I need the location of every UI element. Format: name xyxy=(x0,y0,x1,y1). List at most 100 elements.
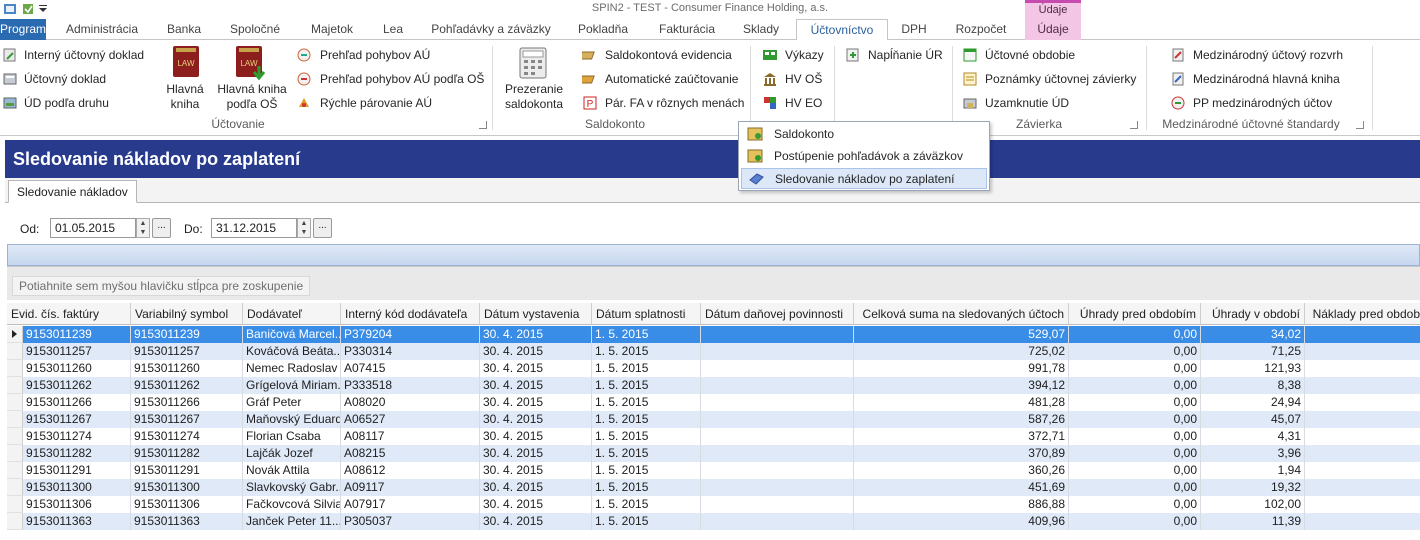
table-cell[interactable]: Maňovský Eduard xyxy=(243,411,341,428)
table-cell[interactable]: 30. 4. 2015 xyxy=(480,428,592,445)
table-cell[interactable]: 9153011239 xyxy=(23,326,131,343)
table-cell[interactable] xyxy=(1305,377,1420,394)
table-cell[interactable]: 9153011257 xyxy=(23,343,131,360)
tab-udaje[interactable]: Údaje xyxy=(1025,19,1081,40)
table-cell[interactable]: 725,02 xyxy=(854,343,1069,360)
row-indicator[interactable] xyxy=(7,513,23,530)
column-header[interactable]: Celková suma na sledovaných účtoch xyxy=(854,303,1069,325)
table-cell[interactable]: 0,00 xyxy=(1069,428,1201,445)
table-cell[interactable]: 9153011262 xyxy=(131,377,243,394)
table-cell[interactable]: 9153011260 xyxy=(131,360,243,377)
tab-spolocne[interactable]: Spoločné xyxy=(220,19,290,40)
intl-general-ledger-button[interactable]: Medzinárodná hlavná kniha xyxy=(1193,69,1340,89)
zavierka-dialog-launcher-icon[interactable] xyxy=(1130,121,1138,129)
table-cell[interactable] xyxy=(701,513,854,530)
row-indicator[interactable] xyxy=(7,462,23,479)
column-header[interactable]: Dodávateľ xyxy=(243,303,341,325)
table-cell[interactable] xyxy=(1305,428,1420,445)
table-cell[interactable]: 9153011306 xyxy=(23,496,131,513)
table-cell[interactable]: 0,00 xyxy=(1069,513,1201,530)
table-cell[interactable]: 587,26 xyxy=(854,411,1069,428)
tab-majetok[interactable]: Majetok xyxy=(300,19,364,40)
table-cell[interactable]: A07415 xyxy=(341,360,480,377)
table-cell[interactable]: 19,32 xyxy=(1201,479,1305,496)
table-cell[interactable]: 9153011274 xyxy=(131,428,243,445)
table-cell[interactable]: 30. 4. 2015 xyxy=(480,411,592,428)
table-row[interactable]: 9153011363 9153011363 Janček Peter 11... P3… xyxy=(7,513,1420,530)
table-cell[interactable]: 0,00 xyxy=(1069,411,1201,428)
table-cell[interactable]: 409,96 xyxy=(854,513,1069,530)
table-cell[interactable] xyxy=(701,360,854,377)
table-cell[interactable]: Gráf Peter xyxy=(243,394,341,411)
table-cell[interactable]: 1. 5. 2015 xyxy=(592,479,701,496)
table-cell[interactable] xyxy=(701,479,854,496)
tab-lea[interactable]: Lea xyxy=(374,19,412,40)
table-cell[interactable] xyxy=(1305,479,1420,496)
table-row[interactable]: 9153011260 9153011260 Nemec Radoslav A07415… xyxy=(7,360,1420,377)
table-cell[interactable]: 1. 5. 2015 xyxy=(592,428,701,445)
table-cell[interactable]: A08215 xyxy=(341,445,480,462)
browse-saldokonto-button[interactable]: Prezeranie saldokonta xyxy=(500,82,568,112)
fill-ur-button[interactable]: Napĺňanie ÚR xyxy=(868,45,943,65)
table-cell[interactable]: 8,38 xyxy=(1201,377,1305,394)
from-date-picker-button[interactable]: ... xyxy=(152,218,171,238)
table-cell[interactable]: 0,00 xyxy=(1069,445,1201,462)
table-cell[interactable]: 45,07 xyxy=(1201,411,1305,428)
column-header[interactable]: Úhrady v období xyxy=(1201,303,1305,325)
table-cell[interactable]: 1. 5. 2015 xyxy=(592,513,701,530)
table-cell[interactable]: Slavkovský Gabr... xyxy=(243,479,341,496)
to-date-input[interactable]: 31.12.2015 xyxy=(211,218,297,238)
lock-documents-button[interactable]: Uzamknutie ÚD xyxy=(985,93,1069,113)
row-indicator[interactable] xyxy=(7,428,23,445)
table-cell[interactable]: 0,00 xyxy=(1069,479,1201,496)
table-row[interactable]: 9153011282 9153011282 Lajčák Jozef A08215 30… xyxy=(7,445,1420,462)
table-cell[interactable]: 1. 5. 2015 xyxy=(592,360,701,377)
closing-notes-button[interactable]: Poznámky účtovnej závierky xyxy=(985,69,1136,89)
table-cell[interactable]: Janček Peter 11... xyxy=(243,513,341,530)
internal-document-button[interactable]: Interný účtovný doklad xyxy=(24,45,144,65)
table-cell[interactable]: Baničová Marcel... xyxy=(243,326,341,343)
auto-posting-button[interactable]: Automatické zaúčtovanie xyxy=(605,69,738,89)
table-cell[interactable]: 9153011300 xyxy=(131,479,243,496)
table-cell[interactable]: 30. 4. 2015 xyxy=(480,343,592,360)
table-cell[interactable]: 886,88 xyxy=(854,496,1069,513)
table-cell[interactable]: 9153011267 xyxy=(131,411,243,428)
table-cell[interactable]: 9153011260 xyxy=(23,360,131,377)
tab-sklady[interactable]: Sklady xyxy=(734,19,788,40)
tab-rozpocet[interactable]: Rozpočet xyxy=(946,19,1016,40)
table-cell[interactable]: A09117 xyxy=(341,479,480,496)
table-cell[interactable]: 0,00 xyxy=(1069,360,1201,377)
column-header[interactable]: Dátum splatnosti xyxy=(592,303,701,325)
table-cell[interactable]: 30. 4. 2015 xyxy=(480,479,592,496)
table-cell[interactable]: 30. 4. 2015 xyxy=(480,377,592,394)
quick-pairing-button[interactable]: Rýchle párovanie AÚ xyxy=(320,93,432,113)
document-by-type-button[interactable]: ÚD podľa druhu xyxy=(24,93,109,113)
table-cell[interactable]: A08020 xyxy=(341,394,480,411)
menu-item-saldokonto[interactable]: Saldokonto xyxy=(741,124,987,145)
column-header[interactable]: Dátum daňovej povinnosti xyxy=(701,303,854,325)
saldokonto-records-button[interactable]: Saldokontová evidencia xyxy=(605,45,732,65)
table-cell[interactable]: 1. 5. 2015 xyxy=(592,496,701,513)
table-cell[interactable]: 9153011282 xyxy=(23,445,131,462)
group-by-panel[interactable]: Potiahnite sem myšou hlavičku stĺpca pre… xyxy=(7,266,1420,300)
table-cell[interactable]: 1. 5. 2015 xyxy=(592,445,701,462)
table-cell[interactable]: 0,00 xyxy=(1069,394,1201,411)
accounting-period-button[interactable]: Účtovné obdobie xyxy=(985,45,1075,65)
table-cell[interactable]: 529,07 xyxy=(854,326,1069,343)
movement-overview-button[interactable]: Prehľad pohybov AÚ xyxy=(320,45,430,65)
table-cell[interactable]: 11,39 xyxy=(1201,513,1305,530)
table-cell[interactable]: 394,12 xyxy=(854,377,1069,394)
table-cell[interactable]: 9153011262 xyxy=(23,377,131,394)
table-cell[interactable]: 9153011363 xyxy=(131,513,243,530)
table-cell[interactable] xyxy=(701,394,854,411)
table-cell[interactable]: P379204 xyxy=(341,326,480,343)
table-cell[interactable]: 9153011306 xyxy=(131,496,243,513)
table-cell[interactable]: 9153011291 xyxy=(131,462,243,479)
table-row[interactable]: 9153011267 9153011267 Maňovský Eduard A0652… xyxy=(7,411,1420,428)
table-cell[interactable] xyxy=(701,377,854,394)
table-cell[interactable]: 1. 5. 2015 xyxy=(592,462,701,479)
row-indicator[interactable] xyxy=(7,360,23,377)
table-cell[interactable]: Florian Csaba xyxy=(243,428,341,445)
table-cell[interactable] xyxy=(1305,411,1420,428)
table-cell[interactable]: 30. 4. 2015 xyxy=(480,462,592,479)
